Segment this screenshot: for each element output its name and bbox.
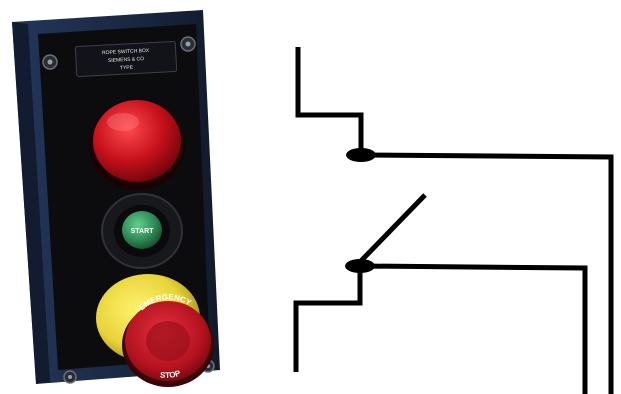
no-moving-blade — [356, 193, 427, 266]
start-button-label: START — [131, 228, 155, 235]
screw-icon — [63, 370, 77, 384]
start-button: START — [101, 193, 183, 269]
contact-schematic — [293, 47, 614, 394]
stop-button — [89, 100, 185, 190]
nc-terminal-lead — [295, 47, 364, 155]
nameplate-line-3: TYPE — [120, 65, 134, 72]
screw-icon — [42, 54, 58, 70]
control-station: ROPE SWITCH BOX SIEMENS & CO TYPE START — [12, 10, 220, 387]
nc-output-wire — [360, 152, 614, 394]
normally-closed-contact — [295, 47, 614, 394]
no-output-wire — [359, 263, 588, 394]
no-terminal-lead — [293, 266, 363, 372]
screw-icon — [180, 36, 196, 52]
nameplate: ROPE SWITCH BOX SIEMENS & CO TYPE — [74, 41, 178, 77]
scene: ROPE SWITCH BOX SIEMENS & CO TYPE START — [12, 10, 614, 394]
normally-open-contact — [293, 193, 588, 394]
